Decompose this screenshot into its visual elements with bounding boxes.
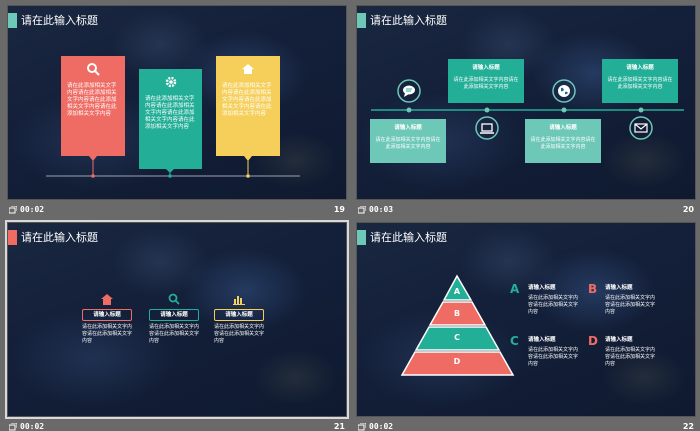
slide-canvas[interactable]: 请在此输入标题 请输入标题 请在此添加相关文字内容请在此添加相关文字内容 请输入… <box>356 5 696 200</box>
pyramid-label: C <box>454 333 460 342</box>
slide-info-bar: 00:02 19 <box>7 202 347 218</box>
item-title: 请输入标题 <box>214 309 264 321</box>
item-title: 请输入标题 <box>82 309 132 321</box>
timeline-box: 请输入标题 请在此添加相关文字内容请在此添加相关文字内容 <box>525 119 601 163</box>
box-title: 请输入标题 <box>472 65 500 71</box>
timeline-box: 请输入标题 请在此添加相关文字内容请在此添加相关文字内容 <box>448 59 524 103</box>
box-text: 请在此添加相关文字内容请在此添加相关文字内容 <box>375 137 441 150</box>
item-text: 请在此添加相关文字内容请在此添加相关文字内容 <box>528 347 579 367</box>
item-title: 请输入标题 <box>605 337 633 343</box>
bar-chart-icon <box>233 296 245 305</box>
slide-timing: 00:02 <box>20 205 45 214</box>
title-accent-mark <box>8 230 17 245</box>
timeline-box: 请输入标题 请在此添加相关文字内容请在此添加相关文字内容 <box>602 59 678 103</box>
box-title: 请输入标题 <box>394 125 422 131</box>
slide-thumbnail-19[interactable]: 请在此输入标题 请在此添加相关文字内容请在此添加相关文字内容请在此添加相关文字内… <box>7 5 347 218</box>
mail-icon <box>634 123 648 133</box>
pyramid-diagram <box>400 274 515 376</box>
transition-icon <box>358 206 366 214</box>
slide-canvas[interactable]: 请在此输入标题 请在此添加相关文字内容请在此添加相关文字内容请在此添加相关文字内… <box>7 5 347 200</box>
title-text: 请在此输入标题 <box>21 231 98 244</box>
item-text: 请在此添加相关文字内容请在此添加相关文字内容 <box>149 324 200 344</box>
slide-info-bar: 00:03 20 <box>356 202 696 218</box>
slide-number: 22 <box>682 422 694 431</box>
box-title: 请输入标题 <box>626 65 654 71</box>
item-title: 请输入标题 <box>149 309 199 321</box>
slide-thumbnail-22[interactable]: 请在此输入标题 A B C D A B C D 请输入标题 请输入标题 请输入标… <box>356 222 696 431</box>
box-text: 请在此添加相关文字内容请在此添加相关文字内容 <box>530 137 596 150</box>
item-letter: D <box>588 334 598 348</box>
slide-info-bar: 00:02 22 <box>356 419 696 431</box>
laptop-icon <box>480 123 494 134</box>
slide-number: 21 <box>333 422 345 431</box>
item-text: 请在此添加相关文字内容请在此添加相关文字内容 <box>82 324 133 344</box>
chat-icon <box>403 85 415 97</box>
slide-thumbnail-21[interactable]: 请在此输入标题 请输入标题 请输入标题 请输入标题 请在此添加相关文字内容请在此… <box>5 220 349 431</box>
slide-thumbnail-20[interactable]: 请在此输入标题 请输入标题 请在此添加相关文字内容请在此添加相关文字内容 请输入… <box>356 5 696 218</box>
slide-info-bar: 00:02 21 <box>7 419 347 431</box>
search-icon <box>168 293 180 305</box>
slide-canvas[interactable]: 请在此输入标题 A B C D A B C D 请输入标题 请输入标题 请输入标… <box>356 222 696 417</box>
slide-sorter: 请在此输入标题 请在此添加相关文字内容请在此添加相关文字内容请在此添加相关文字内… <box>0 0 700 431</box>
item-text: 请在此添加相关文字内容请在此添加相关文字内容 <box>214 324 265 344</box>
box-text: 请在此添加相关文字内容请在此添加相关文字内容 <box>453 77 519 90</box>
slide-timing: 00:02 <box>20 422 45 431</box>
pyramid-label: D <box>453 357 461 366</box>
item-text: 请在此添加相关文字内容请在此添加相关文字内容 <box>605 347 656 367</box>
item-letter: A <box>510 282 520 296</box>
transition-icon <box>358 423 366 431</box>
globe-icon <box>558 85 570 97</box>
item-title: 请输入标题 <box>605 285 633 291</box>
item-title: 请输入标题 <box>528 337 556 343</box>
item-title: 请输入标题 <box>528 285 556 291</box>
home-icon <box>101 294 113 305</box>
timeline-connectors <box>46 156 300 178</box>
pyramid-label: A <box>453 287 461 296</box>
item-letter: C <box>510 334 519 348</box>
item-letter: B <box>588 282 598 296</box>
box-title: 请输入标题 <box>549 125 577 131</box>
slide-number: 19 <box>333 205 345 214</box>
slide-timing: 00:03 <box>369 205 394 214</box>
timeline-box: 请输入标题 请在此添加相关文字内容请在此添加相关文字内容 <box>370 119 446 163</box>
box-text: 请在此添加相关文字内容请在此添加相关文字内容 <box>607 77 673 90</box>
transition-icon <box>9 206 17 214</box>
timeline-graphic <box>371 79 684 140</box>
slide-timing: 00:02 <box>369 422 394 431</box>
transition-icon <box>9 423 17 431</box>
item-text: 请在此添加相关文字内容请在此添加相关文字内容 <box>528 295 579 315</box>
slide-number: 20 <box>682 205 694 214</box>
item-text: 请在此添加相关文字内容请在此添加相关文字内容 <box>605 295 656 315</box>
slide-canvas[interactable]: 请在此输入标题 请输入标题 请输入标题 请输入标题 请在此添加相关文字内容请在此… <box>5 220 349 419</box>
pyramid-label: B <box>453 309 461 318</box>
